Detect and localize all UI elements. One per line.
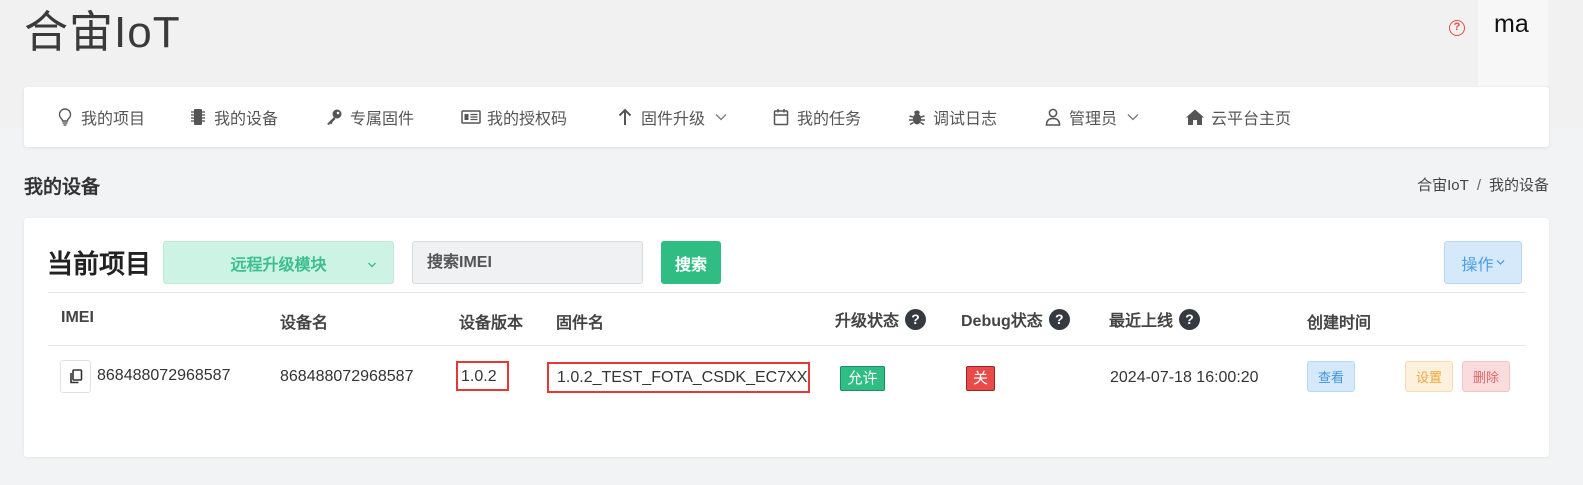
cell-device-name: 868488072968587: [280, 368, 414, 385]
cell-imei: 868488072968587: [97, 367, 231, 384]
nav-label: 专属固件: [350, 111, 415, 128]
nav-my-tasks[interactable]: 我的任务: [771, 87, 861, 147]
debug-status-badge[interactable]: 关: [966, 366, 995, 391]
nav-label: 管理员: [1069, 111, 1118, 128]
lightbulb-icon: [55, 107, 75, 127]
settings-button[interactable]: 设置: [1405, 361, 1453, 392]
current-project-label: 当前项目: [47, 249, 152, 279]
chevron-down-icon: [367, 256, 377, 274]
operations-dropdown-button[interactable]: 操作: [1444, 241, 1522, 284]
calendar-icon: [771, 107, 791, 127]
user-menu[interactable]: ma: [1478, 0, 1548, 86]
page-title: 我的设备: [24, 177, 101, 198]
question-circle-icon[interactable]: ?: [1179, 308, 1201, 330]
table-top-divider: [48, 292, 1526, 293]
project-select-value: 远程升级模块: [230, 256, 327, 274]
th-device-version: 设备版本: [459, 315, 524, 332]
bug-icon: [907, 107, 927, 127]
th-upgrade-status: 升级状态 ?: [835, 307, 927, 331]
nav-firmware-upgrade[interactable]: 固件升级: [615, 87, 729, 147]
brand-logo[interactable]: 合宙IoT: [24, 0, 181, 60]
breadcrumb: 合宙IoT / 我的设备: [1417, 174, 1549, 195]
table-header-divider: [48, 345, 1526, 346]
cell-device-version: 1.0.2: [461, 368, 497, 385]
nav-my-auth-codes[interactable]: 我的授权码: [461, 87, 567, 147]
breadcrumb-current: 我的设备: [1488, 177, 1549, 194]
th-device-name: 设备名: [280, 315, 329, 332]
chevron-down-icon: [715, 113, 729, 121]
imei-search-input[interactable]: [412, 241, 643, 284]
arrow-up-icon: [615, 107, 635, 127]
breadcrumb-separator: /: [1476, 177, 1481, 194]
question-circle-icon[interactable]: ?: [1449, 20, 1465, 36]
view-button[interactable]: 查看: [1307, 361, 1355, 392]
chip-icon: [188, 107, 208, 127]
upgrade-status-badge[interactable]: 允许: [840, 366, 885, 391]
chevron-down-icon: [1496, 259, 1505, 266]
key-icon: [324, 107, 344, 127]
user-icon: [1043, 107, 1063, 127]
th-imei: IMEI: [61, 309, 94, 326]
chevron-down-icon: [1127, 113, 1141, 121]
th-last-online: 最近上线 ?: [1109, 307, 1201, 331]
user-name: ma: [1494, 10, 1529, 38]
devices-card: 当前项目 远程升级模块 搜索 操作 IMEI 设备名 设备版本 固件名 升级状态…: [24, 218, 1549, 457]
th-upgrade-status-label: 升级状态: [835, 313, 900, 330]
nav-debug-log[interactable]: 调试日志: [907, 87, 997, 147]
nav-label: 云平台主页: [1211, 111, 1292, 128]
nav-label: 我的设备: [214, 111, 279, 128]
delete-button[interactable]: 删除: [1462, 361, 1510, 392]
th-firmware-name: 固件名: [556, 315, 605, 332]
question-circle-icon[interactable]: ?: [1048, 308, 1070, 330]
cell-last-online: 2024-07-18 16:00:20: [1110, 369, 1259, 386]
question-circle-icon[interactable]: ?: [905, 308, 927, 330]
main-nav: 我的项目 我的设备 专属固件 我的授权码 固件升级 我的任务 调试日志 管理员 …: [24, 87, 1549, 147]
th-last-online-label: 最近上线: [1109, 313, 1174, 330]
home-icon: [1185, 107, 1205, 127]
th-debug-status-label: Debug状态: [961, 313, 1043, 330]
copy-icon: [69, 369, 83, 384]
nav-my-projects[interactable]: 我的项目: [55, 87, 145, 147]
nav-exclusive-firmware[interactable]: 专属固件: [324, 87, 414, 147]
nav-label: 我的项目: [81, 111, 146, 128]
nav-cloud-home[interactable]: 云平台主页: [1185, 87, 1291, 147]
nav-label: 固件升级: [641, 111, 706, 128]
nav-my-devices[interactable]: 我的设备: [188, 87, 278, 147]
id-card-icon: [461, 107, 481, 127]
copy-imei-button[interactable]: [60, 360, 91, 393]
nav-label: 我的任务: [797, 111, 862, 128]
nav-label: 我的授权码: [487, 111, 568, 128]
breadcrumb-link-home[interactable]: 合宙IoT: [1417, 177, 1469, 194]
th-debug-status: Debug状态 ?: [961, 307, 1070, 331]
project-select[interactable]: 远程升级模块: [163, 241, 394, 284]
nav-admin[interactable]: 管理员: [1043, 87, 1141, 147]
cell-firmware-name[interactable]: 1.0.2_TEST_FOTA_CSDK_EC7XX: [557, 369, 807, 387]
operations-label: 操作: [1461, 256, 1494, 274]
search-button[interactable]: 搜索: [661, 241, 721, 284]
th-created-time: 创建时间: [1307, 315, 1372, 332]
nav-label: 调试日志: [933, 111, 998, 128]
